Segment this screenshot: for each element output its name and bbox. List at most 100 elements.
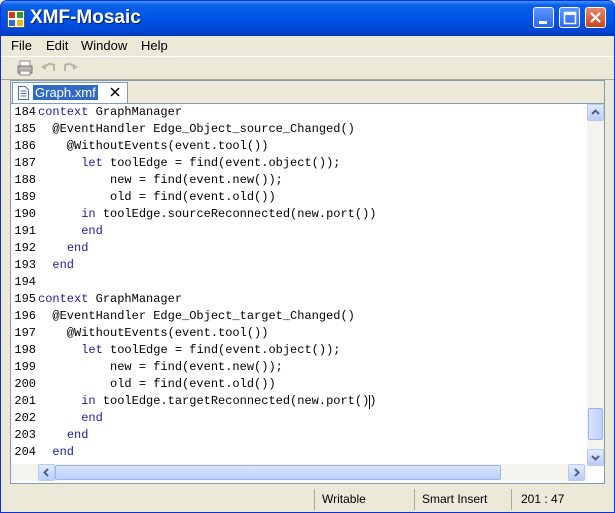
tab-strip: Graph.xmf [11, 81, 604, 104]
tab-close-icon[interactable] [110, 87, 120, 97]
line-text: end [52, 445, 75, 459]
line-text: let toolEdge = find(event.object()); [81, 156, 341, 170]
line-number: 198 [14, 343, 36, 357]
vertical-scroll-thumb[interactable] [588, 408, 603, 440]
toolbar [1, 56, 614, 80]
menu-file[interactable]: File [11, 38, 32, 53]
code-editor[interactable]: 184 context GraphManager 185 @EventHandler… [11, 104, 587, 464]
menu-help[interactable]: Help [141, 38, 168, 53]
minimize-button[interactable] [533, 7, 554, 28]
code-line[interactable]: 195 context GraphManager [11, 291, 587, 308]
print-icon[interactable] [16, 59, 34, 77]
status-bar: Writable Smart Insert 201 : 47 [1, 487, 614, 512]
code-line[interactable]: 198 let toolEdge = find(event.object()); [11, 342, 587, 359]
line-number: 192 [14, 241, 36, 255]
editor-pane: Graph.xmf 184 context GraphManager 185 @Ev… [10, 80, 605, 484]
horizontal-scrollbar[interactable] [11, 464, 587, 481]
code-line[interactable]: 199 new = find(event.new()); [11, 359, 587, 376]
line-text: @EventHandler Edge_Object_source_Changed… [38, 122, 355, 136]
menu-bar: File Edit Window Help [1, 36, 614, 56]
document-icon [18, 86, 29, 100]
line-text: context GraphManager [38, 105, 183, 119]
line-text: old = find(event.old()) [38, 190, 276, 204]
line-number: 199 [14, 360, 36, 374]
line-text: in toolEdge.sourceReconnected(new.port()… [81, 207, 377, 221]
code-line[interactable]: 204 end [11, 444, 587, 461]
line-text: @EventHandler Edge_Object_target_Changed… [38, 309, 355, 323]
app-window: XMF-Mosaic File Edit Window Help Graph.x… [0, 0, 615, 513]
line-text: new = find(event.new()); [38, 173, 283, 187]
code-line[interactable]: 194 [11, 274, 587, 291]
code-line[interactable]: 191 end [11, 223, 587, 240]
line-text: end [66, 428, 89, 442]
line-number: 189 [14, 190, 36, 204]
code-line[interactable]: 185 @EventHandler Edge_Object_source_Cha… [11, 121, 587, 138]
line-number: 187 [14, 156, 36, 170]
line-text: end [66, 241, 89, 255]
line-text: let toolEdge = find(event.object()); [81, 343, 341, 357]
line-number: 196 [14, 309, 36, 323]
line-number: 200 [14, 377, 36, 391]
code-line[interactable]: 197 @WithoutEvents(event.tool()) [11, 325, 587, 342]
line-text: context GraphManager [38, 292, 183, 306]
menu-window[interactable]: Window [81, 38, 127, 53]
chevron-left-icon [43, 468, 49, 477]
redo-icon[interactable] [61, 59, 79, 77]
line-text: @WithoutEvents(event.tool()) [38, 139, 269, 153]
tab-label: Graph.xmf [33, 85, 98, 100]
code-line[interactable]: 188 new = find(event.new()); [11, 172, 587, 189]
text-caret [369, 395, 371, 409]
close-window-button[interactable] [585, 7, 606, 28]
line-number: 201 [14, 394, 36, 408]
line-text: new = find(event.new()); [38, 360, 283, 374]
line-number: 195 [14, 292, 36, 306]
line-number: 186 [14, 139, 36, 153]
horizontal-scroll-thumb[interactable] [55, 465, 501, 480]
line-number: 203 [14, 428, 36, 442]
status-mode: Writable [314, 489, 414, 510]
line-number: 184 [14, 105, 36, 119]
code-line[interactable]: 187 let toolEdge = find(event.object()); [11, 155, 587, 172]
chevron-down-icon [591, 455, 600, 461]
title-bar[interactable]: XMF-Mosaic [1, 1, 614, 36]
line-text: end [52, 258, 75, 272]
code-line[interactable]: 200 old = find(event.old()) [11, 376, 587, 393]
code-line[interactable]: 196 @EventHandler Edge_Object_target_Cha… [11, 308, 587, 325]
line-text: @WithoutEvents(event.tool()) [38, 326, 269, 340]
app-icon[interactable] [7, 10, 25, 28]
code-line[interactable]: 193 end [11, 257, 587, 274]
line-text: end [81, 224, 103, 238]
undo-icon[interactable] [40, 59, 58, 77]
line-number: 191 [14, 224, 36, 238]
chevron-right-icon [574, 468, 580, 477]
scroll-up-button[interactable] [587, 104, 604, 121]
code-line[interactable]: 184 context GraphManager [11, 104, 587, 121]
status-insert: Smart Insert [414, 489, 511, 510]
line-number: 193 [14, 258, 36, 272]
line-text: in toolEdge.targetReconnected(new.port()… [81, 394, 377, 408]
scroll-right-button[interactable] [568, 464, 585, 481]
code-line[interactable]: 202 end [11, 410, 587, 427]
menu-edit[interactable]: Edit [46, 38, 68, 53]
code-line[interactable]: 192 end [11, 240, 587, 257]
scroll-left-button[interactable] [38, 464, 55, 481]
code-line[interactable]: 186 @WithoutEvents(event.tool()) [11, 138, 587, 155]
window-title: XMF-Mosaic [30, 7, 141, 28]
line-number: 185 [14, 122, 36, 136]
maximize-button[interactable] [559, 7, 580, 28]
code-line[interactable]: 189 old = find(event.old()) [11, 189, 587, 206]
code-line[interactable]: 203 end [11, 427, 587, 444]
scroll-down-button[interactable] [587, 449, 604, 466]
line-number: 190 [14, 207, 36, 221]
line-number: 188 [14, 173, 36, 187]
code-line[interactable]: 201 in toolEdge.targetReconnected(new.po… [11, 393, 587, 410]
close-icon [590, 12, 601, 23]
tab-graph-xmf[interactable]: Graph.xmf [12, 82, 128, 103]
vertical-scrollbar[interactable] [587, 104, 604, 466]
line-number: 202 [14, 411, 36, 425]
line-text: end [81, 411, 103, 425]
line-number: 197 [14, 326, 36, 340]
line-number: 194 [14, 275, 36, 289]
chevron-up-icon [591, 109, 600, 115]
code-line[interactable]: 190 in toolEdge.sourceReconnected(new.po… [11, 206, 587, 223]
